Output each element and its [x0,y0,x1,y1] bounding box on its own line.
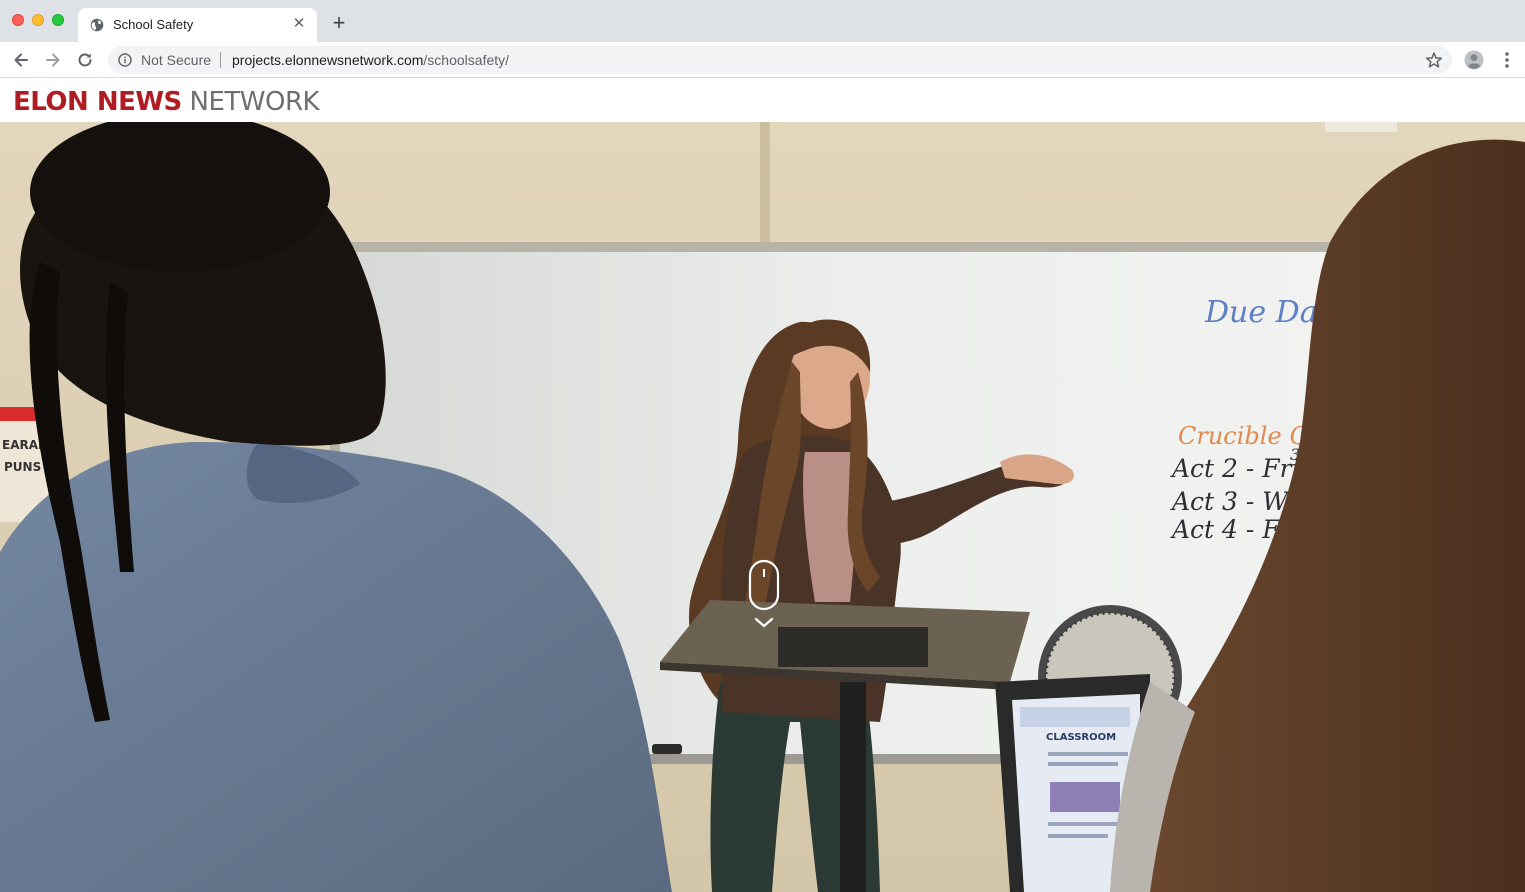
globe-icon [90,18,104,32]
logo-elon-news: ELON NEWS [13,87,182,117]
ceiling-light [1325,122,1397,132]
board-line-1: Act 2 - Fri. [1170,454,1308,483]
mouse-scroll-icon[interactable] [747,559,781,633]
hero-photo: Due Dates Crucible Quiz Act 2 - Fri. 3/ … [0,122,1525,892]
star-icon[interactable] [1425,51,1443,69]
browser-toolbar: Not Secure projects.elonnewsnetwork.com/… [0,42,1525,78]
poster-text-1: EARAI [2,438,42,452]
back-arrow-icon[interactable] [11,50,31,70]
close-window-button[interactable] [12,14,24,26]
zoom-window-button[interactable] [52,14,64,26]
url-text[interactable]: projects.elonnewsnetwork.com/schoolsafet… [232,52,509,68]
url-host: projects.elonnewsnetwork.com [232,52,424,68]
classroom-photo: Due Dates Crucible Quiz Act 2 - Fri. 3/ … [0,122,1525,892]
security-status[interactable]: Not Secure [141,52,211,68]
site-logo[interactable]: ELON NEWS NETWORK [13,87,320,117]
browser-tab-bar: School Safety ✕ + [0,0,1525,42]
site-header: ELON NEWS NETWORK [0,79,1525,122]
forward-arrow-icon[interactable] [43,50,63,70]
url-path: /schoolsafety/ [423,52,510,68]
omnibox-divider [220,52,221,68]
tab-title: School Safety [113,17,194,32]
reload-icon[interactable] [75,50,95,70]
laptop-screen-heading: CLASSROOM [1046,732,1116,743]
wall-seam [760,122,770,252]
poster-text-2: PUNS [4,460,41,474]
info-icon[interactable] [118,53,132,67]
minimize-window-button[interactable] [32,14,44,26]
kebab-menu-icon[interactable] [1499,50,1515,70]
close-tab-icon[interactable]: ✕ [291,16,307,32]
address-bar[interactable]: Not Secure projects.elonnewsnetwork.com/… [108,46,1452,74]
profile-icon[interactable] [1464,50,1484,70]
new-tab-button[interactable]: + [329,12,349,34]
browser-tab-active[interactable]: School Safety ✕ [78,8,317,42]
logo-network: NETWORK [189,87,320,117]
eraser [652,744,682,754]
